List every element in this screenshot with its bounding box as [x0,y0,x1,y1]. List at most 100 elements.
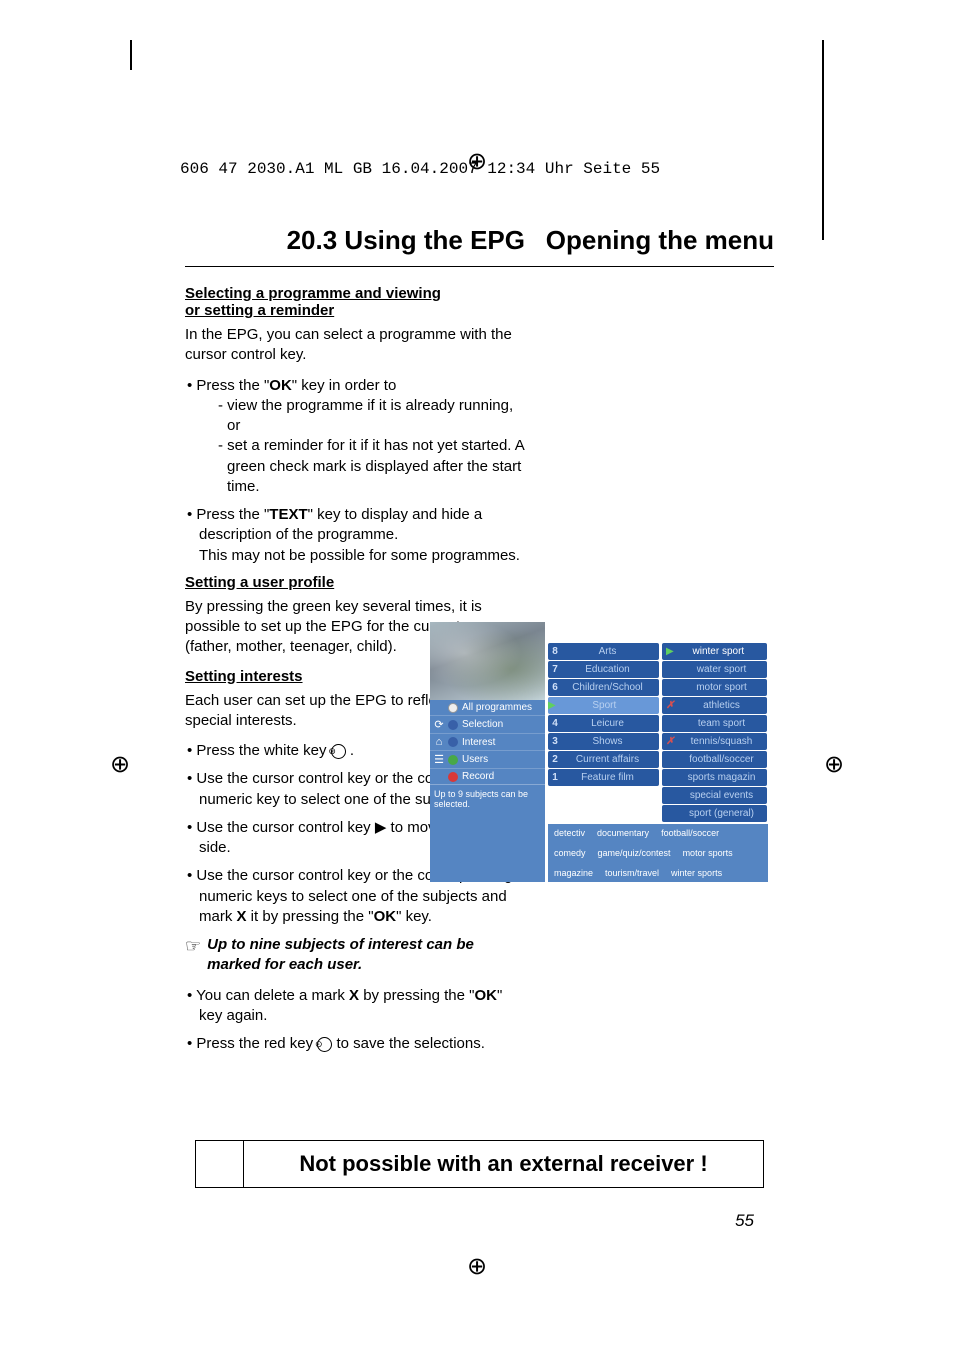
white-key-icon: ⊛ [331,744,346,759]
crop-mark [822,40,824,240]
title-divider [185,266,774,267]
menu-label: Selection [462,719,541,730]
subheading: Selecting a programme and viewing or set… [185,285,525,319]
epg-subcategory-item: ▶winter sport [662,643,767,660]
color-dot-icon [448,703,458,713]
paragraph: In the EPG, you can select a programme w… [185,325,525,366]
epg-subcategory-item: team sport [662,715,767,732]
epg-left-menu-item: ⌂ Interest [430,733,545,750]
epg-category-item: 1Feature film [548,769,659,786]
epg-footer-tags: detectivdocumentaryfootball/soccercomedy… [548,824,768,882]
epg-left-panel: All programmes ⟳ Selection ⌂ Interest ☰ Users R… [430,622,545,882]
warning-banner: Not possible with an external receiver ! [195,1140,764,1188]
epg-category-item: 3Shows [548,733,659,750]
subcategory-label: motor sport [680,682,763,693]
title-row: 20.3 Using the EPG Opening the menu [185,225,774,256]
subcategory-label: team sport [680,718,763,729]
menu-label: Record [462,771,541,782]
category-number: 7 [548,664,562,675]
subcategory-label: athletics [680,700,763,711]
sub-bullet: - view the programme if it is already ru… [199,396,525,437]
text: " key in order to [292,377,397,394]
category-label: Shows [562,736,659,747]
menu-icon: ⌂ [434,736,444,748]
epg-left-menu-item: Record [430,768,545,784]
epg-preview-image [430,622,545,700]
print-header: 606 47 2030.A1 ML GB 16.04.2007 12:34 Uh… [180,160,660,178]
category-label: Sport [556,700,659,711]
category-label: Leicure [562,718,659,729]
epg-subcategory-list: ▶winter sportwater sportmotor sport✗athl… [662,643,767,822]
section-title: 20.3 Using the EPG [185,225,525,256]
epg-subcategory-item: water sport [662,661,767,678]
epg-category-item: 4Leicure [548,715,659,732]
page-context-title: Opening the menu [525,225,774,256]
epg-subcategory-item: sport (general) [662,805,767,822]
text: • Press the " [187,506,269,523]
play-icon: ▶ [548,700,556,711]
manual-page: ⊕ ⊕ ⊕ ⊕ 606 47 2030.A1 ML GB 16.04.2007 … [0,0,954,1351]
epg-screenshot: All programmes ⟳ Selection ⌂ Interest ☰ Users R… [430,622,768,882]
page-number: 55 [735,1211,754,1231]
bullet-item: • You can delete a mark X by pressing th… [185,986,525,1027]
text: to save the selections. [332,1035,485,1052]
menu-label: Users [462,754,541,765]
text: by pressing the " [359,987,474,1004]
category-label: Arts [562,646,659,657]
epg-subcategory-item: ✗tennis/squash [662,733,767,750]
epg-subcategory-item: special events [662,787,767,804]
footer-tag: motor sports [683,848,733,858]
category-number: 4 [548,718,562,729]
color-dot-icon [448,720,458,730]
key-label: OK [269,377,292,394]
epg-category-item: 7Education [548,661,659,678]
subcategory-label: water sport [680,664,763,675]
mark-x: X [237,908,247,925]
epg-category-item: 2Current affairs [548,751,659,768]
epg-category-item: 6Children/School [548,679,659,696]
subheading: Setting a user profile [185,574,525,591]
epg-category-list: 8Arts7Education6Children/School▶Sport4Le… [548,643,659,822]
epg-category-item: ▶Sport [548,697,659,714]
epg-subcategory-item: ✗athletics [662,697,767,714]
category-number: 2 [548,754,562,765]
banner-text: Not possible with an external receiver ! [244,1141,763,1187]
key-label: TEXT [269,506,307,523]
note-text: Up to nine subjects of interest can be m… [207,935,525,976]
footer-tag: tourism/travel [605,868,659,878]
bullet-item: • Press the "OK" key in order to - view … [185,376,525,498]
register-mark-icon: ⊕ [824,750,844,779]
subheading-line: or setting a reminder [185,302,334,319]
check-mark-icon: ✗ [666,700,680,711]
color-dot-icon [448,737,458,747]
category-label: Current affairs [562,754,659,765]
sub-bullet: - set a reminder for it if it has not ye… [199,436,525,497]
text: • Press the white key [187,742,331,759]
text: This may not be possible for some progra… [199,547,520,564]
red-key-icon: ⊙ [317,1037,332,1052]
menu-label: Interest [462,737,541,748]
menu-label: All programmes [462,702,541,713]
text: • You can delete a mark [187,987,349,1004]
category-label: Education [562,664,659,675]
color-dot-icon [448,772,458,782]
color-dot-icon [448,755,458,765]
footer-tag: documentary [597,828,649,838]
subheading-line: Selecting a programme and viewing [185,285,441,302]
footer-tag: detectiv [554,828,585,838]
play-icon: ▶ [666,646,674,657]
subcategory-label: tennis/squash [680,736,763,747]
arrow-right-icon: ▶ [375,819,387,836]
menu-icon: ☰ [434,753,444,766]
subcategory-label: sports magazin [680,772,763,783]
epg-left-menu-item: ☰ Users [430,750,545,768]
text: • Press the " [187,377,269,394]
category-label: Feature film [562,772,659,783]
register-mark-icon: ⊕ [110,750,130,779]
key-label: OK [474,987,497,1004]
menu-icon: ⟳ [434,718,444,731]
footer-tag: comedy [554,848,586,858]
epg-selection-note: Up to 9 subjects can be selected. [430,784,545,813]
crop-mark [130,40,132,70]
bullet-item: • Press the "TEXT" key to display and hi… [185,505,525,566]
